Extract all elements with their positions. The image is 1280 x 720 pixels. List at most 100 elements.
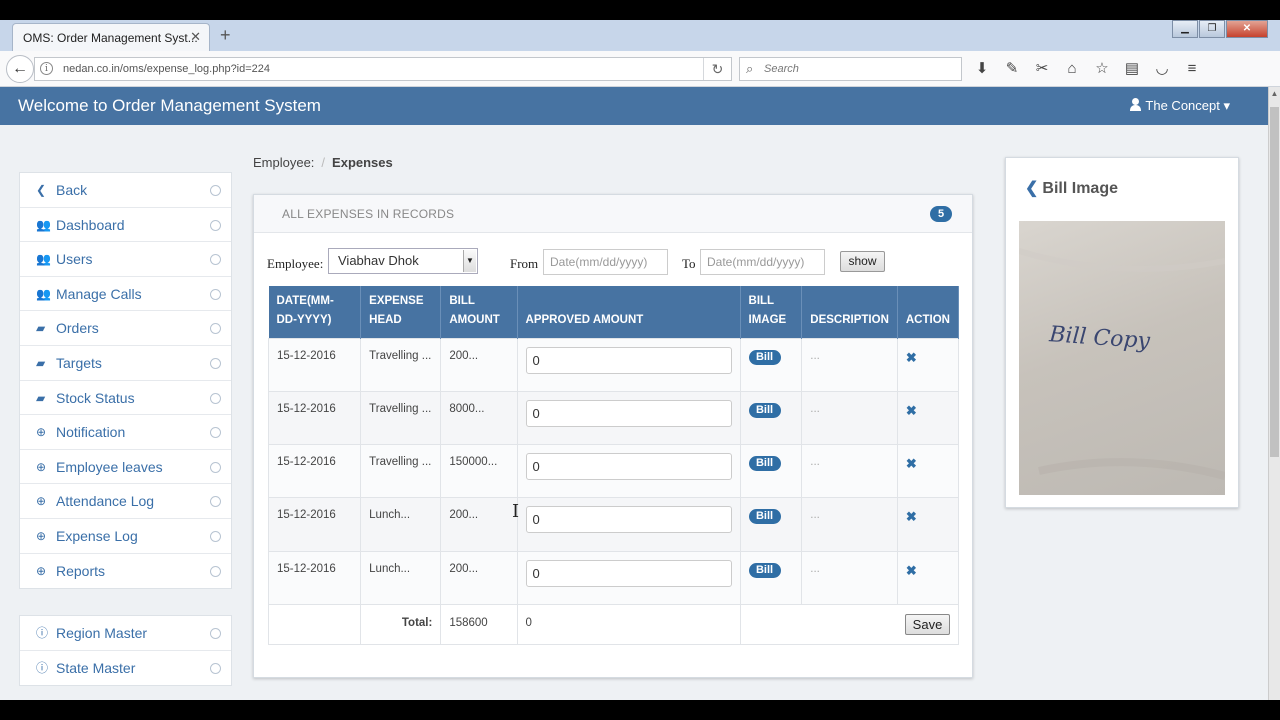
table-row: 15-12-2016 Travelling ... 150000... 0 Bi…	[267, 444, 960, 499]
sidebar-item-label: Manage Calls	[56, 285, 142, 302]
breadcrumb-parent[interactable]: Employee:	[253, 155, 314, 170]
sidebar-item-users[interactable]: 👥 Users	[20, 242, 231, 277]
cell-description: ...	[801, 337, 898, 392]
delete-icon[interactable]: ✖	[906, 403, 917, 418]
plus-circle-icon: ⊕	[36, 459, 47, 474]
sidebar-item-state-master[interactable]: ⓘ State Master	[20, 651, 231, 686]
book-icon: ▰	[36, 321, 46, 336]
sidebar-item-expense-log[interactable]: ⊕ Expense Log	[20, 519, 231, 554]
plus-circle-icon: ⊕	[36, 563, 47, 578]
cell-date: 15-12-2016	[267, 550, 362, 605]
user-menu[interactable]: The Concept ▾	[1130, 98, 1230, 114]
approved-amount-input[interactable]: 0	[525, 399, 732, 427]
book-icon: ▰	[36, 390, 46, 405]
page-scrollbar[interactable]: ▲	[1268, 87, 1280, 700]
tab-close-icon[interactable]: ✕	[190, 29, 201, 45]
circle-arrow-icon	[210, 357, 221, 369]
cell-action: ✖	[896, 497, 960, 552]
extension-icon[interactable]: ✂	[1030, 59, 1054, 79]
cell-action: ✖	[896, 390, 960, 446]
sidebar-item-stock-status[interactable]: ▰ Stock Status	[20, 381, 231, 416]
reading-list-icon[interactable]: ▤	[1120, 59, 1144, 79]
description-text: ...	[810, 562, 820, 575]
menu-icon[interactable]: ≡	[1180, 59, 1204, 79]
sidebar-item-dashboard[interactable]: 👥 Dashboard	[20, 208, 231, 243]
approved-amount-input[interactable]: 0	[525, 506, 732, 534]
bill-button[interactable]: Bill	[748, 509, 781, 525]
back-arrow-icon[interactable]: ←	[6, 55, 34, 83]
restore-icon[interactable]: ❐	[1199, 20, 1225, 38]
approved-amount-input[interactable]: 0	[525, 346, 732, 374]
employee-label: Employee:	[267, 256, 324, 271]
cell-bill-amount: 150000...	[440, 444, 518, 499]
minimize-icon[interactable]: ▁	[1172, 20, 1198, 38]
delete-icon[interactable]: ✖	[906, 350, 917, 365]
delete-icon[interactable]: ✖	[906, 456, 917, 471]
sidebar-item-label: Orders	[56, 320, 99, 337]
cell-action: ✖	[896, 337, 960, 392]
sidebar-item-employee-leaves[interactable]: ⊕ Employee leaves	[20, 450, 231, 485]
to-date-input[interactable]: Date(mm/dd/yyyy)	[700, 249, 825, 275]
info-icon[interactable]: i	[40, 62, 53, 75]
reload-icon[interactable]: ↻	[703, 58, 731, 80]
cell-date: 15-12-2016	[267, 390, 362, 446]
sidebar-item-reports[interactable]: ⊕ Reports	[20, 554, 231, 589]
cell-expense-head: Travelling ...	[360, 337, 442, 392]
sidebar-item-attendance-log[interactable]: ⊕ Attendance Log	[20, 484, 231, 519]
delete-icon[interactable]: ✖	[906, 509, 917, 524]
bill-button[interactable]: Bill	[748, 402, 781, 418]
cell-date: 15-12-2016	[267, 337, 362, 392]
table-row: 15-12-2016 Lunch... 200... 0 Bill ... ✖	[267, 550, 960, 605]
users-icon: 👥	[36, 286, 51, 301]
bookmark-star-icon[interactable]: ☆	[1090, 59, 1114, 79]
bill-photo: Bill Copy	[1018, 221, 1227, 495]
pocket-icon[interactable]: ◡	[1150, 59, 1174, 79]
delete-icon[interactable]: ✖	[906, 563, 917, 578]
scroll-thumb[interactable]	[1270, 107, 1279, 457]
sidebar-item-orders[interactable]: ▰ Orders	[20, 311, 231, 346]
save-button[interactable]: Save	[905, 613, 950, 635]
circle-arrow-icon	[210, 427, 221, 439]
circle-arrow-icon	[210, 254, 221, 266]
browser-tab[interactable]: OMS: Order Management Syst... ✕	[12, 23, 210, 51]
approved-amount-input[interactable]: 0	[525, 559, 732, 587]
show-button[interactable]: show	[840, 251, 885, 272]
column-header-expense-head: EXPENSE HEAD	[360, 286, 442, 338]
circle-arrow-icon	[210, 565, 221, 577]
new-tab-icon[interactable]: +	[220, 25, 231, 46]
sidebar-item-manage-calls[interactable]: 👥 Manage Calls	[20, 277, 231, 312]
approved-amount-input[interactable]: 0	[525, 453, 732, 481]
bill-button[interactable]: Bill	[748, 349, 781, 365]
bill-image-heading[interactable]: ❮ Bill Image	[1025, 178, 1118, 198]
download-icon[interactable]: ⬇	[970, 59, 994, 79]
tools-icon[interactable]: ✎	[1000, 59, 1024, 79]
address-bar[interactable]: i nedan.co.in/oms/expense_log.php?id=224…	[34, 57, 732, 81]
from-date-input[interactable]: Date(mm/dd/yyyy)	[543, 249, 668, 275]
column-header-bill-amount: BILL AMOUNT	[440, 286, 518, 338]
browser-navbar: ← i nedan.co.in/oms/expense_log.php?id=2…	[0, 51, 1280, 87]
sidebar-item-notification[interactable]: ⊕ Notification	[20, 415, 231, 450]
chevron-left-icon[interactable]: ❮	[1025, 180, 1038, 197]
dropdown-arrow-icon[interactable]: ▼	[463, 250, 476, 272]
table-row: 15-12-2016 Travelling ... 200... 0 Bill …	[267, 337, 960, 392]
bill-button[interactable]: Bill	[748, 456, 781, 472]
cell-date: 15-12-2016	[267, 497, 362, 552]
circle-arrow-icon	[210, 219, 221, 231]
bill-button[interactable]: Bill	[748, 562, 781, 578]
sidebar-item-region-master[interactable]: ⓘ Region Master	[20, 616, 231, 651]
cell-description: ...	[801, 444, 898, 499]
sidebar-item-targets[interactable]: ▰ Targets	[20, 346, 231, 381]
browser-tabstrip: OMS: Order Management Syst... ✕ + ▁ ❐ ✕	[0, 20, 1280, 51]
search-input[interactable]: ⌕ Search	[739, 57, 962, 81]
cell-action: ✖	[896, 444, 960, 499]
home-icon[interactable]: ⌂	[1060, 59, 1084, 79]
employee-select[interactable]: Viabhav Dhok ▼	[328, 248, 478, 274]
breadcrumb: Employee: / Expenses	[253, 155, 393, 170]
bill-handwriting: Bill Copy	[1047, 322, 1151, 354]
sidebar-item-back[interactable]: ❮ Back	[20, 173, 231, 208]
close-window-icon[interactable]: ✕	[1226, 20, 1268, 38]
cell-expense-head: Travelling ...	[360, 444, 442, 499]
scroll-up-icon[interactable]: ▲	[1269, 89, 1280, 98]
filter-bar: Employee: Viabhav Dhok ▼ From Date(mm/dd…	[267, 247, 967, 277]
user-icon	[1130, 98, 1142, 111]
